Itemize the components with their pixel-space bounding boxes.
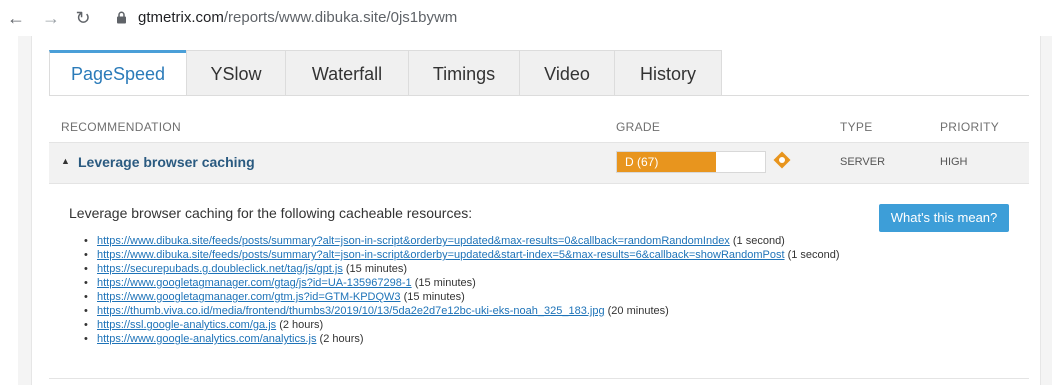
reload-icon[interactable]: ↻ <box>74 9 92 27</box>
bullet-icon: • <box>84 333 88 345</box>
resource-item: • https://www.googletagmanager.com/gtag/j… <box>84 276 840 290</box>
resource-list: • https://www.dibuka.site/feeds/posts/sum… <box>84 234 840 346</box>
resource-link[interactable]: https://www.dibuka.site/feeds/posts/summ… <box>97 249 785 261</box>
section-divider <box>49 378 1029 379</box>
column-header-grade: GRADE <box>616 120 661 134</box>
resource-item: • https://www.google-analytics.com/analyt… <box>84 332 840 346</box>
bullet-icon: • <box>84 277 88 289</box>
tab-timings[interactable]: Timings <box>408 50 520 96</box>
resource-item: • https://thumb.viva.co.id/media/frontend… <box>84 304 840 318</box>
resource-link[interactable]: https://thumb.viva.co.id/media/frontend/… <box>97 305 605 317</box>
resource-duration: (15 minutes) <box>414 277 476 289</box>
recommendation-priority: HIGH <box>940 156 968 168</box>
url-field[interactable]: gtmetrix.com/reports/www.dibuka.site/0js… <box>138 8 457 28</box>
tab-divider <box>49 95 1029 96</box>
tab-video[interactable]: Video <box>519 50 615 96</box>
resource-duration: (2 hours) <box>279 319 324 331</box>
resource-item: • https://ssl.google-analytics.com/ga.js … <box>84 318 840 332</box>
resource-duration: (20 minutes) <box>607 305 669 317</box>
bullet-icon: • <box>84 291 88 303</box>
resource-link[interactable]: https://www.googletagmanager.com/gtag/js… <box>97 277 412 289</box>
page-left-gutter <box>18 36 32 385</box>
resource-item: • https://securepubads.g.doubleclick.net/… <box>84 262 840 276</box>
browser-address-bar: ← → ↻ gtmetrix.com/reports/www.dibuka.si… <box>0 0 1052 36</box>
resource-link[interactable]: https://securepubads.g.doubleclick.net/t… <box>97 263 343 275</box>
recommendation-title[interactable]: Leverage browser caching <box>78 154 255 170</box>
bullet-icon: • <box>84 305 88 317</box>
tab-pagespeed[interactable]: PageSpeed <box>49 50 187 96</box>
column-header-priority: PRIORITY <box>940 120 1000 134</box>
resource-duration: (1 second) <box>787 249 840 261</box>
tab-yslow[interactable]: YSlow <box>186 50 286 96</box>
page-right-gutter <box>1040 36 1052 385</box>
tab-waterfall[interactable]: Waterfall <box>285 50 409 96</box>
resource-link[interactable]: https://www.google-analytics.com/analyti… <box>97 333 316 345</box>
column-header-type: TYPE <box>840 120 873 134</box>
column-header-recommendation: RECOMMENDATION <box>61 120 181 134</box>
url-path: /reports/www.dibuka.site/0js1bywm <box>223 9 458 26</box>
recommendation-row[interactable]: ▲ Leverage browser caching D (67) SERVER… <box>49 142 1029 184</box>
grade-warning-dot <box>779 157 785 163</box>
resource-link[interactable]: https://www.googletagmanager.com/gtm.js?… <box>97 291 401 303</box>
resource-duration: (2 hours) <box>319 333 364 345</box>
bullet-icon: • <box>84 235 88 247</box>
resource-link[interactable]: https://ssl.google-analytics.com/ga.js <box>97 319 276 331</box>
bullet-icon: • <box>84 249 88 261</box>
grade-text: D (67) <box>625 155 659 169</box>
resource-duration: (1 second) <box>732 235 785 247</box>
forward-arrow-icon[interactable]: → <box>42 9 60 27</box>
resource-item: • https://www.googletagmanager.com/gtm.js… <box>84 290 840 304</box>
url-host: gtmetrix.com <box>138 9 224 26</box>
recommendation-type: SERVER <box>840 156 886 168</box>
bullet-icon: • <box>84 319 88 331</box>
collapse-caret-icon[interactable]: ▲ <box>61 156 70 166</box>
resource-item: • https://www.dibuka.site/feeds/posts/sum… <box>84 248 840 262</box>
report-tabs: PageSpeed YSlow Waterfall Timings Video … <box>49 50 722 96</box>
tab-history[interactable]: History <box>614 50 722 96</box>
resource-duration: (15 minutes) <box>345 263 408 275</box>
resource-item: • https://www.dibuka.site/feeds/posts/sum… <box>84 234 840 248</box>
whats-this-mean-button[interactable]: What's this mean? <box>879 204 1009 232</box>
grade-bar: D (67) <box>616 151 766 173</box>
resource-link[interactable]: https://www.dibuka.site/feeds/posts/summ… <box>97 235 730 247</box>
detail-intro-text: Leverage browser caching for the followi… <box>69 205 473 221</box>
lock-icon <box>117 11 126 24</box>
bullet-icon: • <box>84 263 88 275</box>
back-arrow-icon[interactable]: ← <box>7 9 25 27</box>
resource-duration: (15 minutes) <box>403 291 465 303</box>
